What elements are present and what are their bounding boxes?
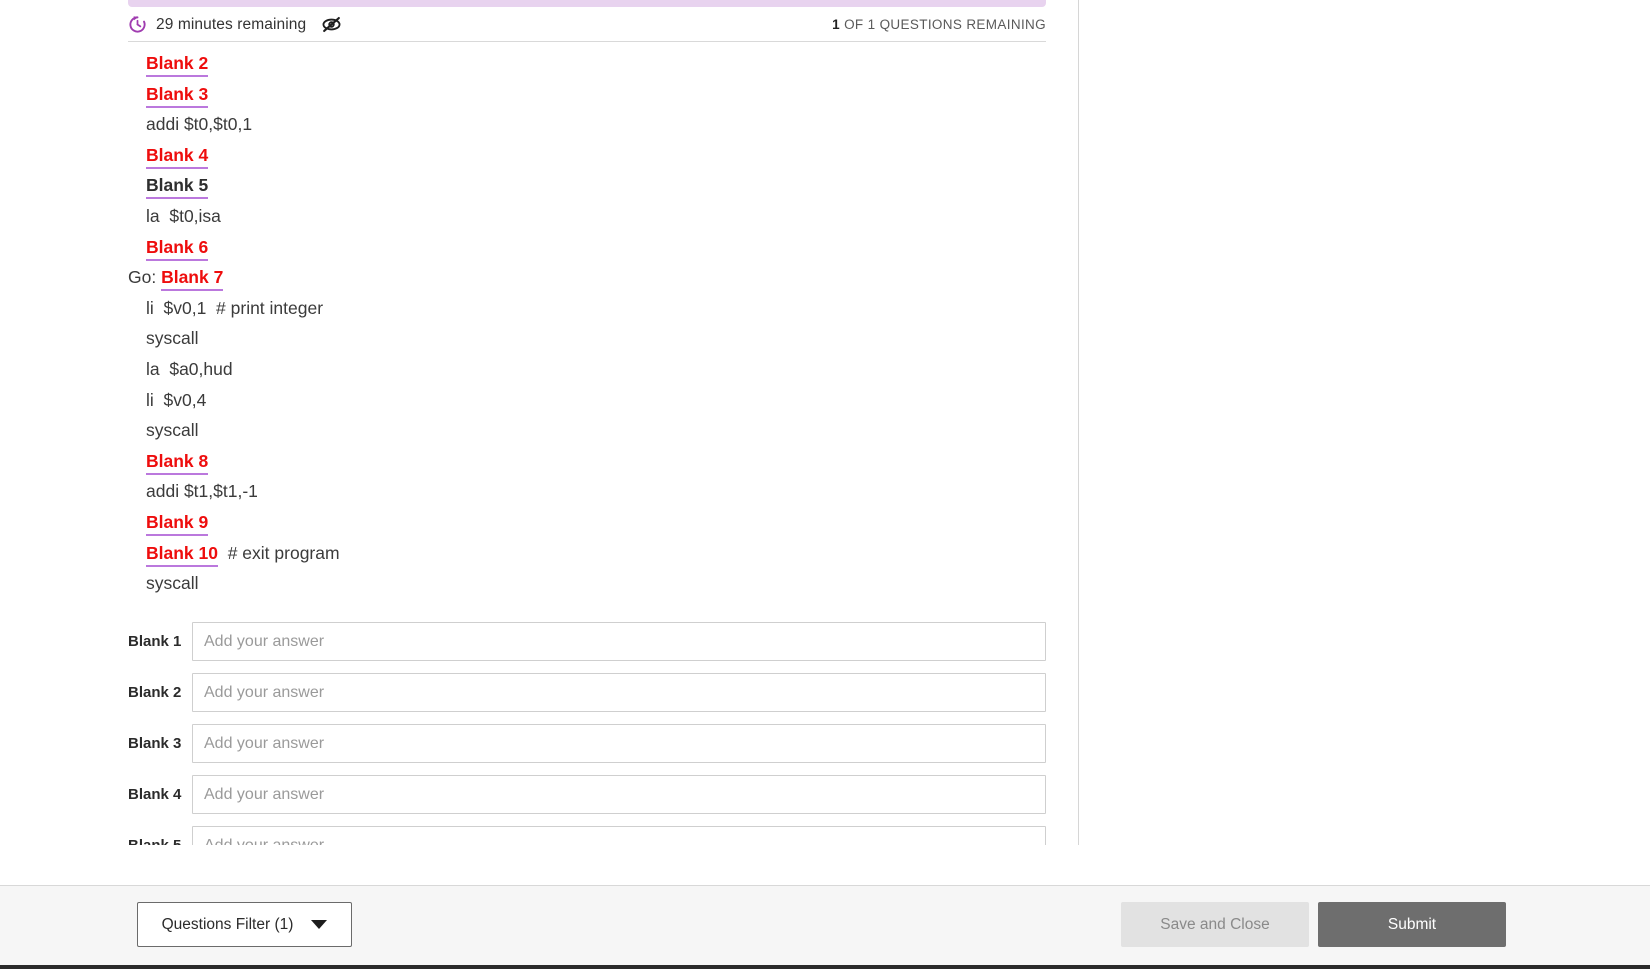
answer-label: Blank 2 xyxy=(128,684,182,701)
quiz-attempt-screen: 29 minutes remaining 1 OF 1 QUESTIONS RE… xyxy=(0,0,1650,969)
blank-placeholder-token[interactable]: Blank 3 xyxy=(146,84,209,108)
questions-filter-label: Questions Filter (1) xyxy=(161,915,294,933)
quiz-question-panel: 29 minutes remaining 1 OF 1 QUESTIONS RE… xyxy=(0,0,1078,845)
code-line: Blank 9 xyxy=(128,507,1046,538)
code-line: addi $t1,$t1,-1 xyxy=(128,476,1046,507)
answer-row: Blank 3 xyxy=(128,718,1046,769)
window-bottom-edge xyxy=(0,965,1650,969)
code-text: la $a0,hud xyxy=(146,358,233,379)
quiz-timer-bar: 29 minutes remaining 1 OF 1 QUESTIONS RE… xyxy=(128,8,1046,41)
timer-remaining-text: 29 minutes remaining xyxy=(156,15,307,33)
code-text: addi $t1,$t1,-1 xyxy=(146,481,258,502)
code-line: Blank 2 xyxy=(128,48,1046,79)
blank-placeholder-token[interactable]: Blank 6 xyxy=(146,237,209,261)
answer-label: Blank 1 xyxy=(128,633,182,650)
code-text: syscall xyxy=(146,328,199,349)
blank-placeholder-token[interactable]: Blank 8 xyxy=(146,451,209,475)
quiz-progress-bar xyxy=(128,0,1046,7)
question-code-block: Blank 2 Blank 3 addi $t0,$t0,1 Blank 4 Blank… xyxy=(128,48,1046,599)
code-line: la $a0,hud xyxy=(128,354,1046,385)
answer-input[interactable] xyxy=(192,622,1046,661)
questions-remaining-status: 1 OF 1 QUESTIONS REMAINING xyxy=(832,17,1046,32)
submit-button[interactable]: Submit xyxy=(1318,902,1506,947)
chevron-down-icon xyxy=(311,920,328,929)
code-line: syscall xyxy=(128,568,1046,599)
blank-placeholder-token[interactable]: Blank 10 xyxy=(146,543,218,567)
answer-row: Blank 5 xyxy=(128,820,1046,845)
code-line: syscall xyxy=(128,323,1046,354)
header-divider xyxy=(128,41,1046,42)
code-text: la $t0,isa xyxy=(146,205,221,226)
code-text: syscall xyxy=(146,420,199,441)
code-line: Go: Blank 7 xyxy=(128,262,1046,293)
code-line: li $v0,1 # print integer xyxy=(128,293,1046,324)
questions-remaining-count: 1 xyxy=(832,17,840,32)
answer-fields-list: Blank 1 Blank 2 Blank 3 Blank 4 Blank 5 xyxy=(128,616,1046,845)
answer-label: Blank 3 xyxy=(128,735,182,752)
timer-circular-arrow-icon xyxy=(128,15,147,34)
code-line: Blank 8 xyxy=(128,446,1046,477)
code-text: syscall xyxy=(146,573,199,594)
answer-input[interactable] xyxy=(192,826,1046,845)
eye-slash-icon[interactable] xyxy=(315,14,342,35)
code-line: li $v0,4 xyxy=(128,385,1046,416)
code-text: Go: xyxy=(128,267,162,288)
code-text: li $v0,4 xyxy=(146,389,207,410)
code-line: la $t0,isa xyxy=(128,201,1046,232)
code-line: addi $t0,$t0,1 xyxy=(128,109,1046,140)
answer-input[interactable] xyxy=(192,724,1046,763)
answer-row: Blank 4 xyxy=(128,769,1046,820)
blank-placeholder-token[interactable]: Blank 7 xyxy=(161,267,224,292)
code-line: Blank 3 xyxy=(128,79,1046,110)
code-comment: # exit program xyxy=(217,542,340,563)
code-line: Blank 6 xyxy=(128,232,1046,263)
blank-placeholder-token[interactable]: Blank 9 xyxy=(146,512,209,536)
blank-placeholder-token[interactable]: Blank 2 xyxy=(146,53,209,77)
code-text: li $v0,1 # print integer xyxy=(146,297,324,318)
answer-input[interactable] xyxy=(192,775,1046,814)
answer-label: Blank 4 xyxy=(128,786,182,803)
answer-row: Blank 1 xyxy=(128,616,1046,667)
code-line: syscall xyxy=(128,415,1046,446)
answer-label: Blank 5 xyxy=(128,837,192,845)
questions-remaining-suffix: OF 1 QUESTIONS REMAINING xyxy=(839,17,1046,32)
code-text: addi $t0,$t0,1 xyxy=(146,114,253,135)
code-line: Blank 10 # exit program xyxy=(128,538,1046,569)
timer-group: 29 minutes remaining xyxy=(128,14,342,35)
save-and-close-button[interactable]: Save and Close xyxy=(1121,902,1309,947)
panel-divider xyxy=(1078,0,1079,845)
questions-filter-dropdown[interactable]: Questions Filter (1) xyxy=(137,902,352,947)
quiz-footer-bar: Questions Filter (1) Save and Close Subm… xyxy=(0,885,1650,965)
code-line: Blank 4 xyxy=(128,140,1046,171)
code-line: Blank 5 xyxy=(128,170,1046,201)
answer-input[interactable] xyxy=(192,673,1046,712)
answer-row: Blank 2 xyxy=(128,667,1046,718)
blank-placeholder-token[interactable]: Blank 4 xyxy=(146,145,209,169)
blank-placeholder-token[interactable]: Blank 5 xyxy=(146,175,209,200)
